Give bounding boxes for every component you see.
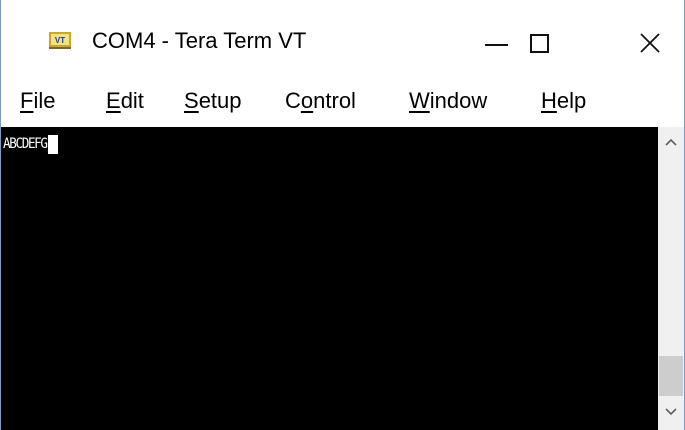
menu-window-label: indow	[429, 88, 488, 113]
menu-bar: File Edit Setup Control Window Help	[1, 84, 684, 124]
menu-control-mnemonic: o	[300, 88, 314, 113]
menu-window-mnemonic: W	[409, 88, 430, 113]
maximize-button[interactable]	[509, 18, 569, 68]
menu-file-mnemonic: F	[20, 88, 34, 113]
menu-edit-label: dit	[120, 88, 144, 113]
menu-edit-mnemonic: E	[106, 88, 121, 113]
text-cursor	[48, 135, 58, 154]
svg-text:VT: VT	[55, 36, 65, 45]
minimize-icon	[484, 44, 508, 46]
vertical-scrollbar[interactable]	[658, 127, 684, 430]
menu-help-mnemonic: H	[541, 88, 557, 113]
terminal-screen[interactable]: ABCDEFG	[1, 127, 658, 430]
menu-setup[interactable]: Setup	[184, 88, 242, 114]
menu-control[interactable]: Control	[285, 88, 356, 114]
menu-file[interactable]: File	[20, 88, 55, 114]
title-bar[interactable]: VT COM4 - Tera Term VT	[1, 0, 684, 84]
menu-setup-label: etup	[198, 88, 242, 113]
menu-setup-mnemonic: S	[184, 88, 199, 113]
chevron-up-icon	[665, 138, 677, 146]
scroll-thumb[interactable]	[659, 356, 683, 396]
menu-help-label: elp	[556, 88, 587, 113]
terminal-line: ABCDEFG	[3, 136, 48, 152]
menu-control-prefix: C	[285, 88, 301, 113]
close-icon	[640, 33, 660, 53]
chevron-down-icon	[665, 408, 677, 416]
tera-term-vt-icon: VT	[49, 32, 71, 49]
maximize-icon	[529, 33, 549, 53]
scroll-up-button[interactable]	[658, 127, 684, 157]
menu-window[interactable]: Window	[409, 88, 487, 114]
tera-term-window: VT COM4 - Tera Term VT File Edit Setup C…	[0, 0, 685, 430]
menu-edit[interactable]: Edit	[106, 88, 144, 114]
menu-help[interactable]: Help	[541, 88, 586, 114]
menu-file-label: ile	[33, 88, 56, 113]
menu-control-label: ntrol	[313, 88, 356, 113]
scroll-down-button[interactable]	[658, 397, 684, 427]
window-title: COM4 - Tera Term VT	[92, 28, 307, 53]
close-button[interactable]	[620, 18, 680, 68]
